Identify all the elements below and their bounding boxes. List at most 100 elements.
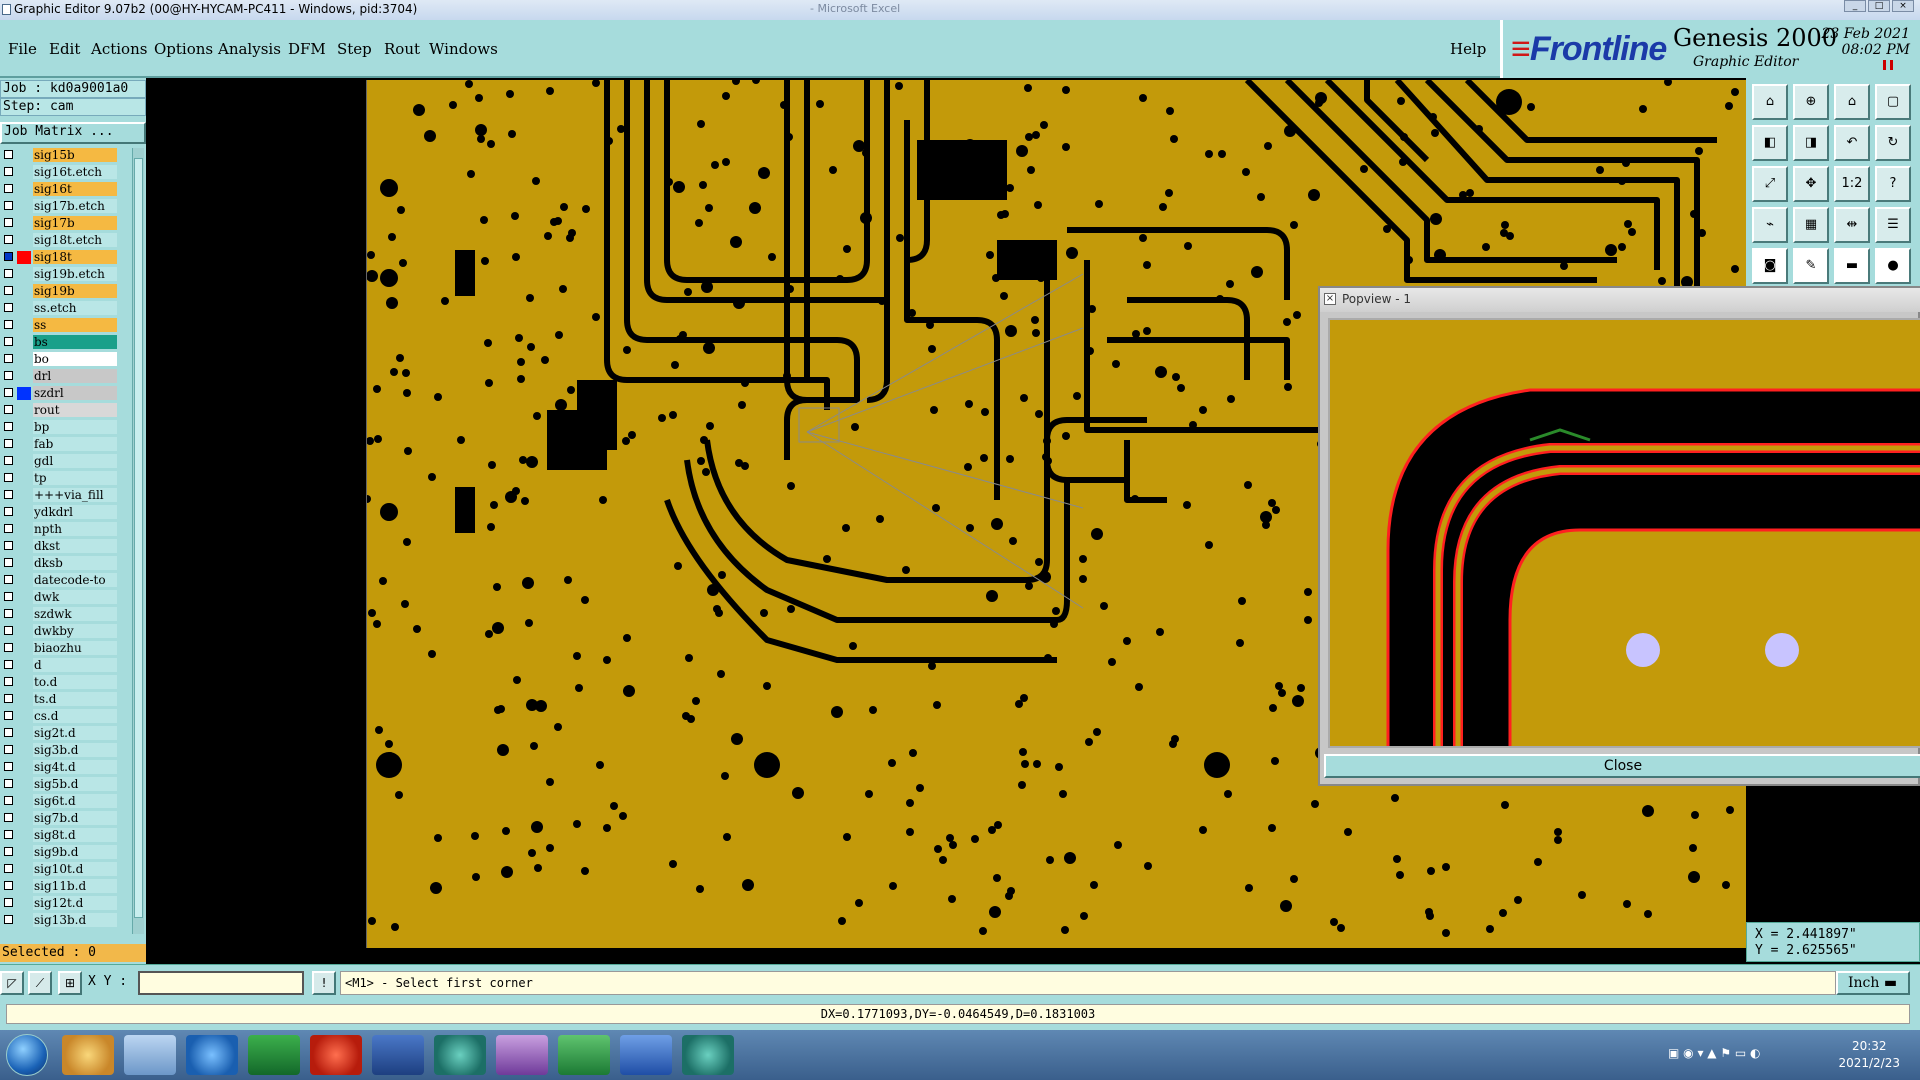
layer-row[interactable]: dwkby bbox=[0, 624, 132, 639]
layer-name[interactable]: sig4t.d bbox=[33, 760, 117, 774]
popview-close-button[interactable]: Close bbox=[1324, 754, 1920, 778]
layer-checkbox[interactable] bbox=[4, 813, 13, 822]
layer-name[interactable]: dwk bbox=[33, 590, 117, 604]
layer-name[interactable]: gdl bbox=[33, 454, 117, 468]
layer-name[interactable]: sig5b.d bbox=[33, 777, 117, 791]
layer-checkbox[interactable] bbox=[4, 762, 13, 771]
layer-row[interactable]: sig9b.d bbox=[0, 845, 132, 860]
taskbar-genesis2-icon[interactable] bbox=[682, 1035, 734, 1075]
layer-name[interactable]: datecode-to bbox=[33, 573, 117, 587]
layer-color-swatch[interactable] bbox=[17, 727, 31, 740]
menu-rout[interactable]: Rout bbox=[384, 40, 420, 58]
layer-scroll-thumb[interactable] bbox=[134, 158, 143, 918]
taskbar-p-app-icon[interactable] bbox=[248, 1035, 300, 1075]
layer-checkbox[interactable] bbox=[4, 405, 13, 414]
job-matrix-button[interactable]: Job Matrix ... bbox=[0, 122, 146, 144]
redraw-icon[interactable]: ↻ bbox=[1875, 125, 1911, 161]
layer-name[interactable]: sig6t.d bbox=[33, 794, 117, 808]
layer-row[interactable]: sig3b.d bbox=[0, 743, 132, 758]
layer-checkbox[interactable] bbox=[4, 252, 13, 261]
layer-checkbox[interactable] bbox=[4, 847, 13, 856]
layer-row[interactable]: szdrl bbox=[0, 386, 132, 401]
menu-options[interactable]: Options bbox=[154, 40, 213, 58]
layer-color-swatch[interactable] bbox=[17, 387, 31, 400]
layer-row[interactable]: sig16t.etch bbox=[0, 165, 132, 180]
layer-row[interactable]: ss bbox=[0, 318, 132, 333]
layer-checkbox[interactable] bbox=[4, 269, 13, 278]
layer-name[interactable]: to.d bbox=[33, 675, 117, 689]
layer-name[interactable]: dwkby bbox=[33, 624, 117, 638]
layer-checkbox[interactable] bbox=[4, 388, 13, 397]
layer-row[interactable]: d bbox=[0, 658, 132, 673]
layer-color-swatch[interactable] bbox=[17, 455, 31, 468]
layer-row[interactable]: bp bbox=[0, 420, 132, 435]
layer-row[interactable]: sig7b.d bbox=[0, 811, 132, 826]
layer-checkbox[interactable] bbox=[4, 864, 13, 873]
layer-name[interactable]: sig16t bbox=[33, 182, 117, 196]
layer-checkbox[interactable] bbox=[4, 320, 13, 329]
layer-color-swatch[interactable] bbox=[17, 795, 31, 808]
select-tool-icon[interactable]: ◸ bbox=[0, 971, 24, 995]
layer-checkbox[interactable] bbox=[4, 915, 13, 924]
unit-selector[interactable]: Inch ▬ bbox=[1836, 971, 1910, 995]
pan-right-icon[interactable]: ◨ bbox=[1793, 125, 1829, 161]
menu-windows[interactable]: Windows bbox=[429, 40, 498, 58]
layer-color-swatch[interactable] bbox=[17, 200, 31, 213]
taskbar-messenger-icon[interactable] bbox=[186, 1035, 238, 1075]
taskbar-word-icon[interactable] bbox=[620, 1035, 672, 1075]
taskbar-g-app-icon[interactable] bbox=[310, 1035, 362, 1075]
taskbar-notepad-icon[interactable] bbox=[124, 1035, 176, 1075]
layer-row[interactable]: datecode-to bbox=[0, 573, 132, 588]
menu-help[interactable]: Help bbox=[1450, 40, 1486, 58]
layer-row[interactable]: tp bbox=[0, 471, 132, 486]
layer-color-swatch[interactable] bbox=[17, 523, 31, 536]
layer-name[interactable]: sig11b.d bbox=[33, 879, 117, 893]
layer-color-swatch[interactable] bbox=[17, 676, 31, 689]
layer-name[interactable]: sig13b.d bbox=[33, 913, 117, 927]
xy-input[interactable] bbox=[138, 971, 304, 995]
layer-color-swatch[interactable] bbox=[17, 846, 31, 859]
layer-row[interactable]: biaozhu bbox=[0, 641, 132, 656]
layer-row[interactable]: sig4t.d bbox=[0, 760, 132, 775]
layer-checkbox[interactable] bbox=[4, 881, 13, 890]
maximize-button[interactable]: □ bbox=[1868, 0, 1890, 12]
layer-color-swatch[interactable] bbox=[17, 217, 31, 230]
layer-row[interactable]: sig8t.d bbox=[0, 828, 132, 843]
layer-row[interactable]: sig13b.d bbox=[0, 913, 132, 928]
layer-color-swatch[interactable] bbox=[17, 489, 31, 502]
menu-dfm[interactable]: DFM bbox=[288, 40, 326, 58]
taskbar-x-app-icon[interactable] bbox=[496, 1035, 548, 1075]
layer-name[interactable]: sig2t.d bbox=[33, 726, 117, 740]
menu-file[interactable]: File bbox=[8, 40, 37, 58]
close-window-button[interactable]: × bbox=[1892, 0, 1914, 12]
popview-canvas[interactable] bbox=[1328, 318, 1920, 748]
layer-color-swatch[interactable] bbox=[17, 370, 31, 383]
layer-color-swatch[interactable] bbox=[17, 336, 31, 349]
layer-row[interactable]: sig12t.d bbox=[0, 896, 132, 911]
layer-color-swatch[interactable] bbox=[17, 863, 31, 876]
minimize-button[interactable]: _ bbox=[1844, 0, 1866, 12]
layer-checkbox[interactable] bbox=[4, 643, 13, 652]
layer-name[interactable]: bp bbox=[33, 420, 117, 434]
layer-color-swatch[interactable] bbox=[17, 608, 31, 621]
layer-checkbox[interactable] bbox=[4, 218, 13, 227]
layer-checkbox[interactable] bbox=[4, 473, 13, 482]
start-button[interactable] bbox=[6, 1034, 48, 1076]
layer-checkbox[interactable] bbox=[4, 694, 13, 703]
menu-step[interactable]: Step bbox=[337, 40, 372, 58]
layer-name[interactable]: sig16t.etch bbox=[33, 165, 117, 179]
layer-checkbox[interactable] bbox=[4, 592, 13, 601]
layer-name[interactable]: dksb bbox=[33, 556, 117, 570]
layer-checkbox[interactable] bbox=[4, 490, 13, 499]
layer-color-swatch[interactable] bbox=[17, 149, 31, 162]
zoom-home-icon[interactable]: ⌂ bbox=[1752, 84, 1788, 120]
zoom-in-icon[interactable]: ⊕ bbox=[1793, 84, 1829, 120]
layer-row[interactable]: dwk bbox=[0, 590, 132, 605]
taskbar-excel-icon[interactable] bbox=[558, 1035, 610, 1075]
layer-checkbox[interactable] bbox=[4, 337, 13, 346]
layer-name[interactable]: bo bbox=[33, 352, 117, 366]
layer-color-swatch[interactable] bbox=[17, 506, 31, 519]
layer-row[interactable]: drl bbox=[0, 369, 132, 384]
layer-name[interactable]: sig7b.d bbox=[33, 811, 117, 825]
layer-name[interactable]: sig10t.d bbox=[33, 862, 117, 876]
